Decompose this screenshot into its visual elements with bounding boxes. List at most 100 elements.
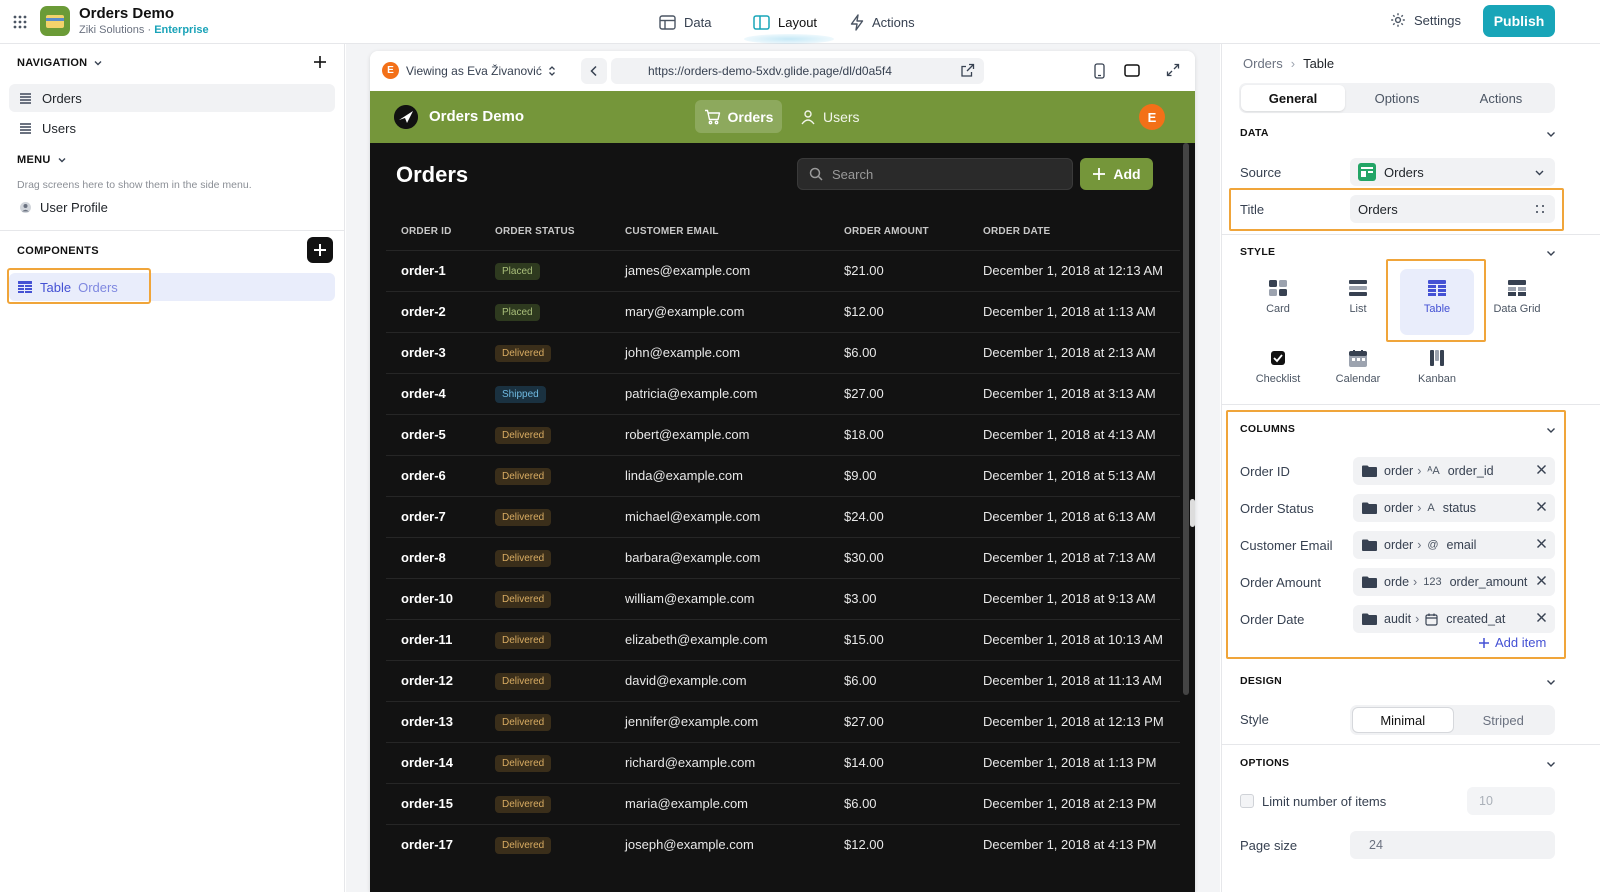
add-component-button[interactable]	[307, 237, 333, 263]
order-status-cell: Delivered	[480, 659, 610, 701]
app-logo-icon[interactable]	[394, 105, 418, 129]
title-input[interactable]: Orders	[1350, 195, 1555, 223]
table-row[interactable]: order-3 Delivered john@example.com $6.00 Dec…	[386, 331, 1180, 373]
tab-general[interactable]: General	[1241, 85, 1345, 111]
menu-section-title[interactable]: MENU	[17, 154, 67, 166]
top-nav-layout[interactable]: Layout	[753, 11, 817, 33]
nav-item-orders[interactable]: Orders	[9, 84, 335, 112]
columns-section-title[interactable]: COLUMNS	[1240, 423, 1295, 435]
options-section-title[interactable]: OPTIONS	[1240, 757, 1289, 769]
external-link-icon[interactable]	[960, 63, 975, 78]
table-row[interactable]: order-13 Delivered jennifer@example.com $27…	[386, 700, 1180, 742]
publish-button[interactable]: Publish	[1483, 5, 1555, 37]
column-header[interactable]: CUSTOMER EMAIL	[610, 214, 829, 250]
style-option-kanban[interactable]: Kanban	[1397, 350, 1477, 385]
column-header[interactable]: ORDER STATUS	[480, 214, 610, 250]
design-section-title[interactable]: DESIGN	[1240, 675, 1282, 687]
app-title[interactable]: Orders Demo	[429, 108, 524, 125]
search-input[interactable]: Search	[797, 158, 1073, 190]
table-row[interactable]: order-17 Delivered joseph@example.com $12.0…	[386, 823, 1180, 865]
app-logo[interactable]	[40, 6, 70, 36]
chevron-down-icon[interactable]	[1545, 247, 1557, 259]
navigation-section-title[interactable]: NAVIGATION	[17, 57, 103, 69]
close-icon[interactable]	[1536, 464, 1547, 475]
app-tab-users[interactable]: Users	[800, 100, 860, 133]
style-section-title[interactable]: STYLE	[1240, 246, 1275, 258]
close-icon[interactable]	[1536, 538, 1547, 549]
column-header[interactable]: ORDER DATE	[968, 214, 1180, 250]
viewing-as-selector[interactable]: E Viewing as Eva Živanović	[382, 62, 556, 79]
top-nav-data[interactable]: Data	[659, 11, 711, 33]
breadcrumb-screen[interactable]: Orders	[1243, 56, 1283, 71]
chevron-down-icon[interactable]	[1545, 424, 1557, 436]
apps-grid-icon[interactable]	[12, 14, 28, 30]
tab-options[interactable]: Options	[1345, 85, 1449, 111]
resize-handle[interactable]	[1190, 499, 1195, 527]
table-row[interactable]: order-12 Delivered david@example.com $6.00 D…	[386, 659, 1180, 701]
style-option-data-grid[interactable]: Data Grid	[1477, 280, 1557, 315]
component-table-orders[interactable]: Table Orders	[18, 280, 118, 295]
nav-item-users[interactable]: Users	[9, 114, 335, 142]
tablet-icon[interactable]	[1124, 64, 1140, 77]
app-name[interactable]: Orders Demo	[79, 5, 174, 22]
column-header[interactable]: ORDER AMOUNT	[829, 214, 968, 250]
table-row[interactable]: order-1 Placed james@example.com $21.00 Dece…	[386, 249, 1180, 291]
data-section-title[interactable]: DATA	[1240, 127, 1269, 139]
avatar[interactable]: E	[1139, 104, 1165, 130]
add-screen-button[interactable]	[312, 54, 328, 70]
top-nav-data-label: Data	[684, 14, 712, 30]
close-icon[interactable]	[1536, 501, 1547, 512]
column-field-select[interactable]: order › Astatus	[1353, 494, 1555, 522]
customer-email-cell: david@example.com	[610, 659, 829, 701]
status-badge: Placed	[495, 303, 540, 321]
design-option-striped[interactable]: Striped	[1454, 707, 1554, 733]
order-status-cell: Delivered	[480, 741, 610, 783]
column-field-select[interactable]: order › ᴬA order_id	[1353, 457, 1555, 485]
column-header[interactable]: ORDER ID	[386, 214, 480, 250]
tab-actions[interactable]: Actions	[1449, 85, 1553, 111]
order-id-cell: order-10	[386, 577, 480, 619]
table-row[interactable]: order-2 Placed mary@example.com $12.00 Decem…	[386, 290, 1180, 332]
url-bar[interactable]: https://orders-demo-5xdv.glide.page/dl/d…	[611, 58, 984, 84]
fullscreen-icon[interactable]	[1166, 63, 1180, 77]
table-row[interactable]: order-14 Delivered richard@example.com $14.…	[386, 741, 1180, 783]
table-row[interactable]: order-8 Delivered barbara@example.com $30.0…	[386, 536, 1180, 578]
close-icon[interactable]	[1536, 612, 1547, 623]
source-select[interactable]: Orders	[1350, 158, 1555, 186]
style-option-table[interactable]: Table	[1397, 280, 1477, 315]
app-tab-orders[interactable]: Orders	[695, 100, 782, 133]
chevron-down-icon[interactable]	[1545, 128, 1557, 140]
column-field-select[interactable]: audit › created_at	[1353, 605, 1555, 633]
settings-button[interactable]: Settings	[1390, 12, 1461, 28]
add-button[interactable]: Add	[1080, 158, 1153, 190]
table-row[interactable]: order-5 Delivered robert@example.com $18.00…	[386, 413, 1180, 455]
style-option-checklist[interactable]: Checklist	[1238, 350, 1318, 385]
limit-items-input[interactable]: 10	[1467, 787, 1555, 815]
limit-items-checkbox[interactable]	[1240, 794, 1254, 808]
column-field-select[interactable]: order › @ email	[1353, 531, 1555, 559]
chevron-down-icon[interactable]	[1545, 758, 1557, 770]
top-nav-actions[interactable]: Actions	[850, 11, 915, 33]
design-option-minimal[interactable]: Minimal	[1352, 707, 1454, 733]
style-option-card[interactable]: Card	[1238, 280, 1318, 315]
drag-handle-icon[interactable]	[1535, 204, 1545, 214]
table-row[interactable]: order-11 Delivered elizabeth@example.com $1…	[386, 618, 1180, 660]
back-button[interactable]	[581, 58, 607, 84]
phone-icon[interactable]	[1094, 63, 1105, 79]
component-type: Table	[40, 280, 72, 295]
menu-item-user-profile[interactable]: User Profile	[20, 200, 108, 215]
scrollbar[interactable]	[1183, 143, 1189, 695]
close-icon[interactable]	[1536, 575, 1547, 586]
table-row[interactable]: order-7 Delivered michael@example.com $24.0…	[386, 495, 1180, 537]
add-column-button[interactable]: Add item	[1478, 635, 1546, 650]
column-field-select[interactable]: orde › 123 order_amount	[1353, 568, 1555, 596]
page-size-input[interactable]: 24	[1350, 831, 1555, 859]
chevron-down-icon[interactable]	[1545, 676, 1557, 688]
style-option-calendar[interactable]: Calendar	[1318, 350, 1398, 385]
table-row[interactable]: order-10 Delivered william@example.com $3.0…	[386, 577, 1180, 619]
table-row[interactable]: order-6 Delivered linda@example.com $9.00 De…	[386, 454, 1180, 496]
style-option-list[interactable]: List	[1318, 280, 1398, 315]
table-row[interactable]: order-15 Delivered maria@example.com $6.00 D…	[386, 782, 1180, 824]
table-row[interactable]: order-4 Shipped patricia@example.com $27.00…	[386, 372, 1180, 414]
order-amount-cell: $12.00	[829, 823, 968, 865]
